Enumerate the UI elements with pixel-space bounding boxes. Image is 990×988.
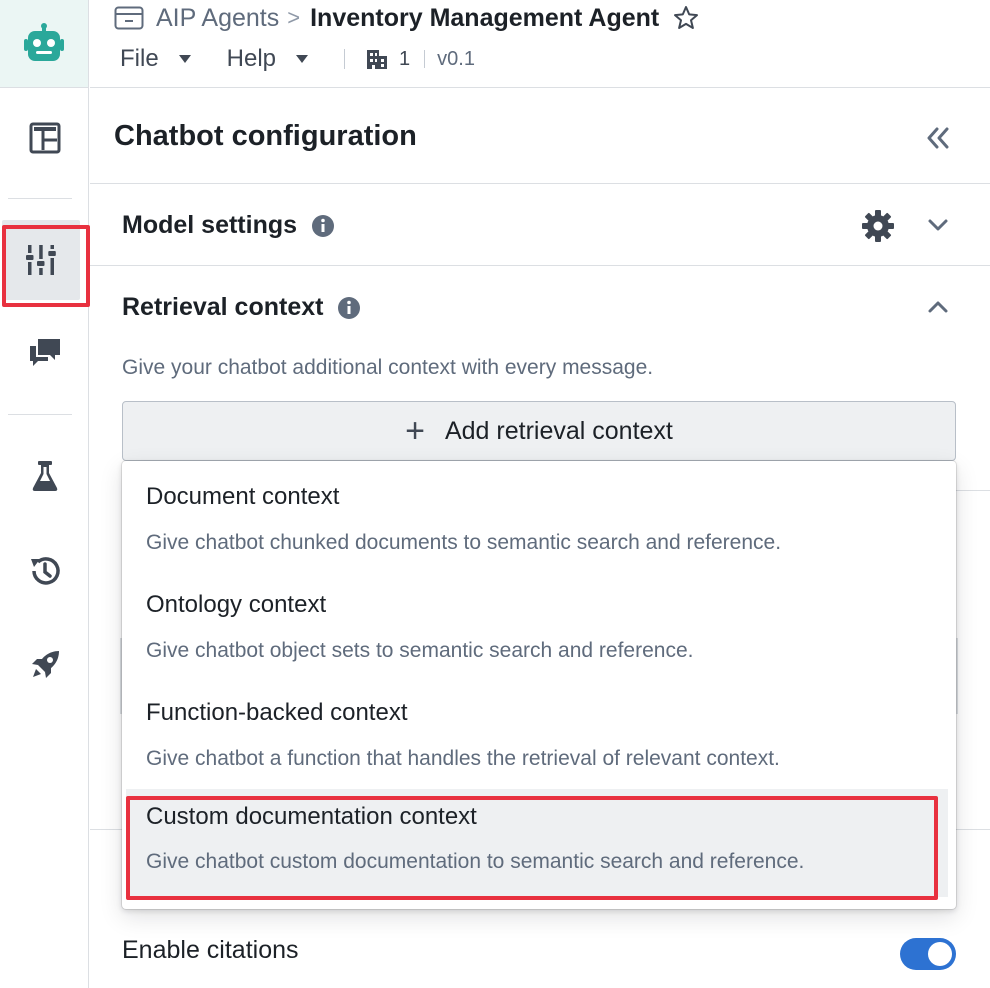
menu-divider [344, 49, 346, 69]
rail-divider [8, 414, 72, 415]
layout-icon [29, 122, 60, 154]
retrieval-context-header[interactable]: Retrieval context [122, 293, 361, 322]
menu-divider [424, 50, 426, 68]
enable-citations-label: Enable citations [122, 936, 299, 964]
rail-deploy-button[interactable] [0, 625, 89, 705]
menu-item-function-backed-context[interactable]: Function-backed context Give chatbot a f… [122, 677, 956, 785]
menu-item-document-context[interactable]: Document context Give chatbot chunked do… [122, 461, 956, 569]
section-divider [956, 829, 990, 830]
organization-count: 1 [399, 47, 411, 70]
model-settings-header: Model settings [122, 211, 335, 240]
section-divider [956, 490, 990, 491]
history-icon [30, 557, 60, 585]
folder-icon [114, 6, 144, 30]
caret-down-icon [296, 55, 309, 63]
chevron-up-icon[interactable] [927, 300, 949, 314]
add-retrieval-context-label: Add retrieval context [444, 416, 673, 445]
menu-item-description: Give chatbot chunked documents to semant… [146, 531, 782, 554]
menu-item-description: Give chatbot a function that handles the… [146, 747, 780, 770]
panel-header: Chatbot configuration [90, 88, 990, 184]
organization-badge[interactable]: 1 [365, 47, 410, 71]
rail-layout-button[interactable] [0, 98, 89, 178]
model-settings-title: Model settings [122, 211, 298, 239]
menu-item-custom-documentation-context[interactable]: Custom documentation context Give chatbo… [126, 789, 948, 897]
breadcrumb-parent[interactable]: AIP Agents [156, 4, 279, 33]
chat-icon [29, 339, 60, 366]
help-menu[interactable]: Help [226, 45, 309, 73]
enable-citations-toggle[interactable] [900, 938, 956, 970]
breadcrumb: AIP Agents > Inventory Management Agent [114, 2, 699, 34]
app-logo[interactable] [0, 0, 89, 88]
retrieval-context-description: Give your chatbot additional context wit… [122, 356, 654, 379]
rail-configuration-button[interactable] [2, 220, 80, 300]
flask-icon [32, 461, 57, 491]
app-header: AIP Agents > Inventory Management Agent … [90, 0, 990, 88]
caret-down-icon [178, 55, 191, 63]
chevron-down-icon[interactable] [927, 218, 949, 232]
background-field-edge [956, 638, 958, 714]
menu-item-ontology-context[interactable]: Ontology context Give chatbot object set… [122, 569, 956, 677]
rail-history-button[interactable] [0, 531, 89, 611]
rail-evaluations-button[interactable] [0, 436, 89, 516]
info-icon[interactable] [311, 214, 335, 238]
model-settings-section[interactable]: Model settings [90, 185, 990, 266]
robot-icon [24, 22, 64, 61]
rocket-icon [31, 651, 59, 678]
collapse-panel-icon[interactable] [924, 124, 952, 152]
menu-item-title: Document context [146, 483, 340, 510]
gear-icon[interactable] [861, 209, 895, 243]
retrieval-context-title: Retrieval context [122, 293, 324, 321]
file-menu[interactable]: File [120, 45, 191, 73]
retrieval-context-menu: Document context Give chatbot chunked do… [122, 461, 956, 909]
menu-item-title: Ontology context [146, 591, 327, 618]
file-menu-label: File [120, 45, 159, 72]
menu-item-description: Give chatbot object sets to semantic sea… [146, 639, 694, 662]
section-divider [90, 829, 122, 830]
configuration-panel: Chatbot configuration Model settings Ret… [90, 88, 990, 988]
building-icon [367, 50, 388, 69]
toggle-knob [928, 942, 952, 966]
plus-icon: + [405, 412, 425, 450]
menu-item-description: Give chatbot custom documentation to sem… [146, 850, 805, 873]
page-title: Inventory Management Agent [310, 3, 660, 32]
help-menu-label: Help [226, 45, 277, 72]
rail-chat-button[interactable] [0, 313, 89, 393]
menu-bar: File Help 1 v0.1 [120, 42, 475, 76]
sliders-icon [26, 245, 56, 275]
menu-item-title: Custom documentation context [146, 803, 477, 830]
panel-title: Chatbot configuration [114, 120, 417, 152]
add-retrieval-context-button[interactable]: + Add retrieval context [122, 401, 956, 461]
breadcrumb-separator: > [287, 5, 301, 30]
menu-item-title: Function-backed context [146, 699, 408, 726]
left-rail [0, 88, 89, 988]
rail-divider [8, 198, 72, 199]
star-icon[interactable] [673, 5, 699, 31]
version-label[interactable]: v0.1 [437, 48, 475, 71]
info-icon[interactable] [337, 296, 361, 320]
